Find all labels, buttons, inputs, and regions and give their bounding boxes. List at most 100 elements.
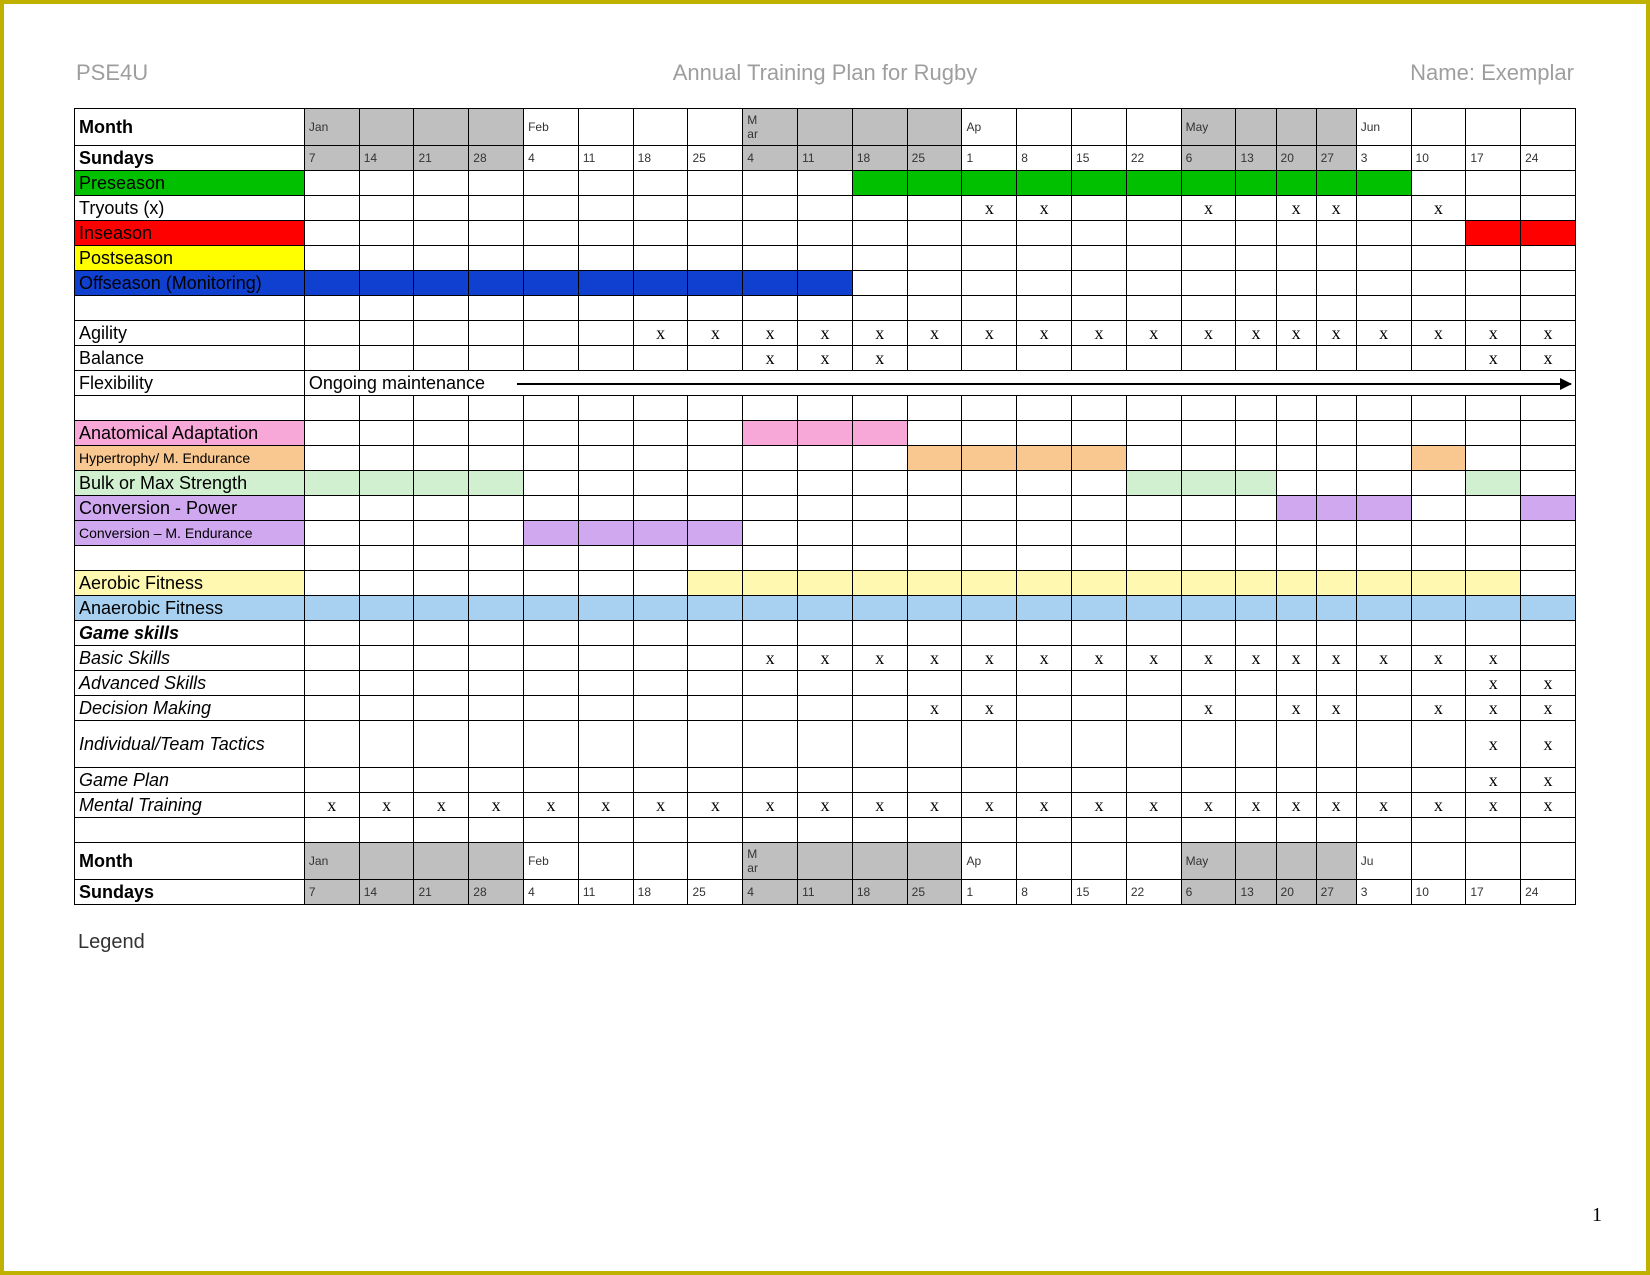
cell (1466, 818, 1521, 843)
header-cell: 27 (1316, 146, 1356, 171)
cell (962, 296, 1017, 321)
cell (1072, 768, 1127, 793)
cell (414, 696, 469, 721)
cell (359, 768, 414, 793)
cell (688, 471, 743, 496)
cell (798, 271, 853, 296)
cell (907, 768, 962, 793)
cell (1521, 271, 1576, 296)
cell (414, 671, 469, 696)
cell (1072, 471, 1127, 496)
cell (1316, 271, 1356, 296)
cell (798, 396, 853, 421)
cell (1126, 721, 1181, 768)
cell: x (1316, 646, 1356, 671)
cell (907, 471, 962, 496)
cell (1316, 246, 1356, 271)
cell (907, 571, 962, 596)
cell (743, 571, 798, 596)
cell (852, 818, 907, 843)
cell (1466, 196, 1521, 221)
cell (578, 546, 633, 571)
cell (688, 496, 743, 521)
header-cell (798, 109, 853, 146)
cell: x (1276, 793, 1316, 818)
header-cell (578, 109, 633, 146)
row-mental: Mental Trainingxxxxxxxxxxxxxxxxxxxxxxxx (75, 793, 1576, 818)
cell: x (1466, 793, 1521, 818)
cell (688, 521, 743, 546)
cell (1411, 596, 1466, 621)
cell (304, 646, 359, 671)
cell (1181, 296, 1236, 321)
cell (1411, 818, 1466, 843)
header-cell (1521, 109, 1576, 146)
cell (907, 596, 962, 621)
cell (962, 818, 1017, 843)
row-label: Bulk or Max Strength (75, 471, 305, 496)
row-label: Offseason (Monitoring) (75, 271, 305, 296)
cell (1521, 296, 1576, 321)
cell (688, 546, 743, 571)
cell: x (1411, 793, 1466, 818)
cell (907, 446, 962, 471)
cell (359, 396, 414, 421)
cell (1521, 396, 1576, 421)
cell (578, 296, 633, 321)
cell (798, 596, 853, 621)
cell: x (1017, 646, 1072, 671)
cell (743, 696, 798, 721)
header-cell (1466, 109, 1521, 146)
cell: x (1017, 793, 1072, 818)
cell (524, 721, 579, 768)
cell (1236, 596, 1276, 621)
cell (688, 818, 743, 843)
cell: x (1411, 321, 1466, 346)
cell (1276, 768, 1316, 793)
cell: x (962, 196, 1017, 221)
row-aerobic: Aerobic Fitness (75, 571, 1576, 596)
cell (798, 171, 853, 196)
cell (469, 196, 524, 221)
cell (633, 246, 688, 271)
cell: x (1181, 321, 1236, 346)
cell (414, 546, 469, 571)
cell (359, 321, 414, 346)
cell (1017, 596, 1072, 621)
cell (1356, 171, 1411, 196)
cell (359, 171, 414, 196)
cell (1356, 621, 1411, 646)
cell (1356, 221, 1411, 246)
cell (1236, 446, 1276, 471)
cell: x (1017, 196, 1072, 221)
cell (907, 246, 962, 271)
cell (1181, 768, 1236, 793)
cell (304, 171, 359, 196)
row-offseason: Offseason (Monitoring) (75, 271, 1576, 296)
cell (743, 546, 798, 571)
cell (1521, 521, 1576, 546)
cell (1316, 421, 1356, 446)
cell (1276, 296, 1316, 321)
cell (1276, 446, 1316, 471)
cell (798, 471, 853, 496)
cell (1316, 171, 1356, 196)
cell (743, 246, 798, 271)
cell (633, 521, 688, 546)
plan-table: MonthJanFebMarApMayJunSundays71421284111… (74, 108, 1576, 905)
cell (1126, 546, 1181, 571)
cell (1017, 246, 1072, 271)
cell (304, 496, 359, 521)
cell (1411, 246, 1466, 271)
cell (469, 768, 524, 793)
header-cell: Mar (743, 109, 798, 146)
cell (524, 646, 579, 671)
cell (1181, 171, 1236, 196)
cell (1411, 421, 1466, 446)
cell (1017, 721, 1072, 768)
header-cell: May (1181, 843, 1236, 880)
header-cell (359, 109, 414, 146)
cell (688, 696, 743, 721)
cell (1181, 346, 1236, 371)
cell (1521, 196, 1576, 221)
